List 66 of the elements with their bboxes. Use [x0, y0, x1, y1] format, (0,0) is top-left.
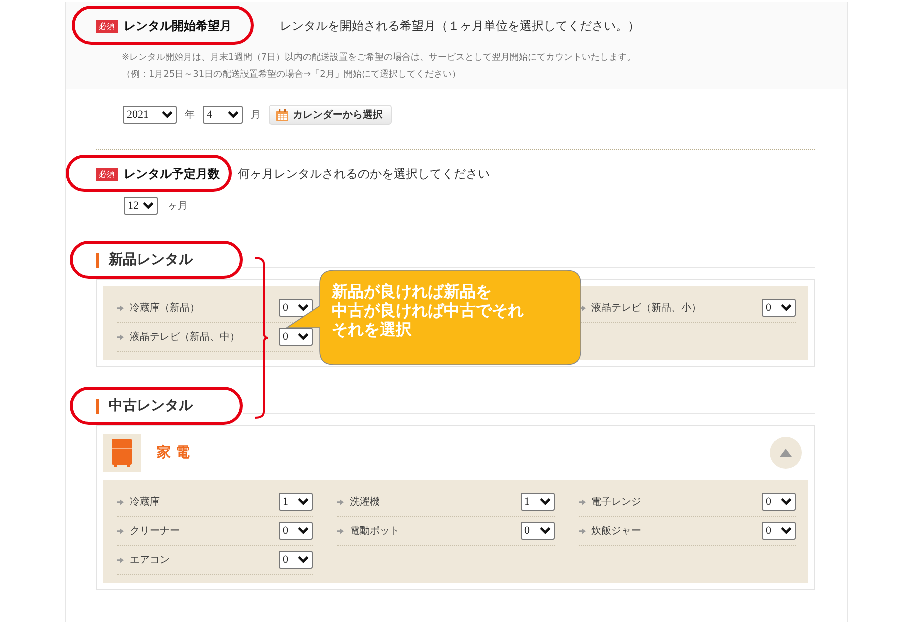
quantity-select[interactable]: 0	[762, 522, 796, 540]
caret-icon	[781, 498, 792, 506]
callout-text: 新品が良ければ新品を	[332, 282, 493, 301]
field-description: 何ヶ月レンタルされるのかを選択してください	[238, 166, 490, 183]
caret-icon	[143, 202, 154, 210]
quantity-select[interactable]: 0	[762, 493, 796, 511]
year-select[interactable]: 2021	[123, 106, 177, 124]
caret-icon	[540, 527, 550, 535]
unit-label: ヶ月	[168, 200, 188, 213]
collapse-button[interactable]	[770, 437, 802, 469]
caret-icon	[540, 498, 550, 506]
arrow-icon	[117, 528, 124, 534]
caret-icon	[298, 333, 309, 341]
caret-icon	[298, 527, 309, 535]
calendar-button[interactable]: カレンダーから選択	[269, 105, 392, 125]
month-select[interactable]: 4	[203, 106, 243, 124]
item-label: 電動ポット	[337, 524, 400, 538]
calendar-icon	[276, 108, 289, 122]
quantity-select[interactable]: 0	[279, 328, 313, 346]
field-description: レンタルを開始される希望月（１ヶ月単位を選択してください。）	[280, 18, 640, 35]
up-triangle-icon	[780, 449, 792, 457]
quantity-select[interactable]: 0	[279, 299, 313, 317]
caret-icon	[298, 556, 309, 564]
section-title: 新品レンタル	[109, 251, 193, 269]
callout-text: それを選択	[332, 320, 413, 339]
field-label: レンタル予定月数	[124, 166, 220, 183]
months-select[interactable]: 12	[124, 197, 158, 215]
item-label: 洗濯機	[337, 495, 380, 509]
caret-icon	[298, 498, 309, 506]
arrow-icon	[578, 528, 586, 534]
item-label: クリーナー	[117, 524, 180, 538]
arrow-icon	[117, 556, 124, 564]
callout-text: 中古が良ければ中古でそれ	[332, 301, 524, 320]
caret-icon	[298, 304, 309, 312]
item-label: 冷蔵庫（新品）	[117, 301, 200, 315]
item-label: 電子レンジ	[578, 495, 642, 509]
arrow-icon	[117, 498, 124, 506]
required-badge: 必須	[96, 20, 118, 33]
unit-label: 月	[251, 109, 261, 122]
arrow-icon	[117, 304, 124, 312]
quantity-select[interactable]: 0	[279, 522, 313, 540]
item-label: 炊飯ジャー	[578, 524, 642, 538]
caret-icon	[162, 111, 173, 119]
caret-icon	[781, 527, 792, 535]
refrigerator-icon	[103, 434, 141, 472]
quantity-select[interactable]: 0	[279, 551, 313, 569]
arrow-icon	[578, 498, 586, 506]
caret-icon	[781, 304, 792, 312]
caret-icon	[228, 111, 239, 119]
unit-label: 年	[185, 109, 195, 122]
quantity-select[interactable]: 0	[520, 522, 554, 540]
note-text: （例：1月25日～31日の配送設置希望の場合→「2月」開始にて選択してください）	[122, 68, 462, 81]
quantity-select[interactable]: 0	[762, 299, 796, 317]
required-badge: 必須	[96, 168, 118, 181]
quantity-select[interactable]: 1	[279, 493, 313, 511]
item-label: 冷蔵庫	[117, 495, 160, 509]
arrow-icon	[117, 334, 124, 340]
section-title: 中古レンタル	[109, 397, 193, 415]
category-title: 家 電	[157, 444, 191, 462]
arrow-icon	[337, 498, 344, 506]
field-label: レンタル開始希望月	[124, 18, 232, 35]
item-label: 液晶テレビ（新品、中）	[117, 330, 240, 344]
note-text: ※レンタル開始月は、月末1週間（7日）以内の配送設置をご希望の場合は、サービスとして翌月開始にてカウントいたします。	[122, 52, 637, 64]
arrow-icon	[337, 528, 344, 534]
quantity-select[interactable]: 1	[520, 493, 554, 511]
item-label: エアコン	[117, 553, 170, 567]
